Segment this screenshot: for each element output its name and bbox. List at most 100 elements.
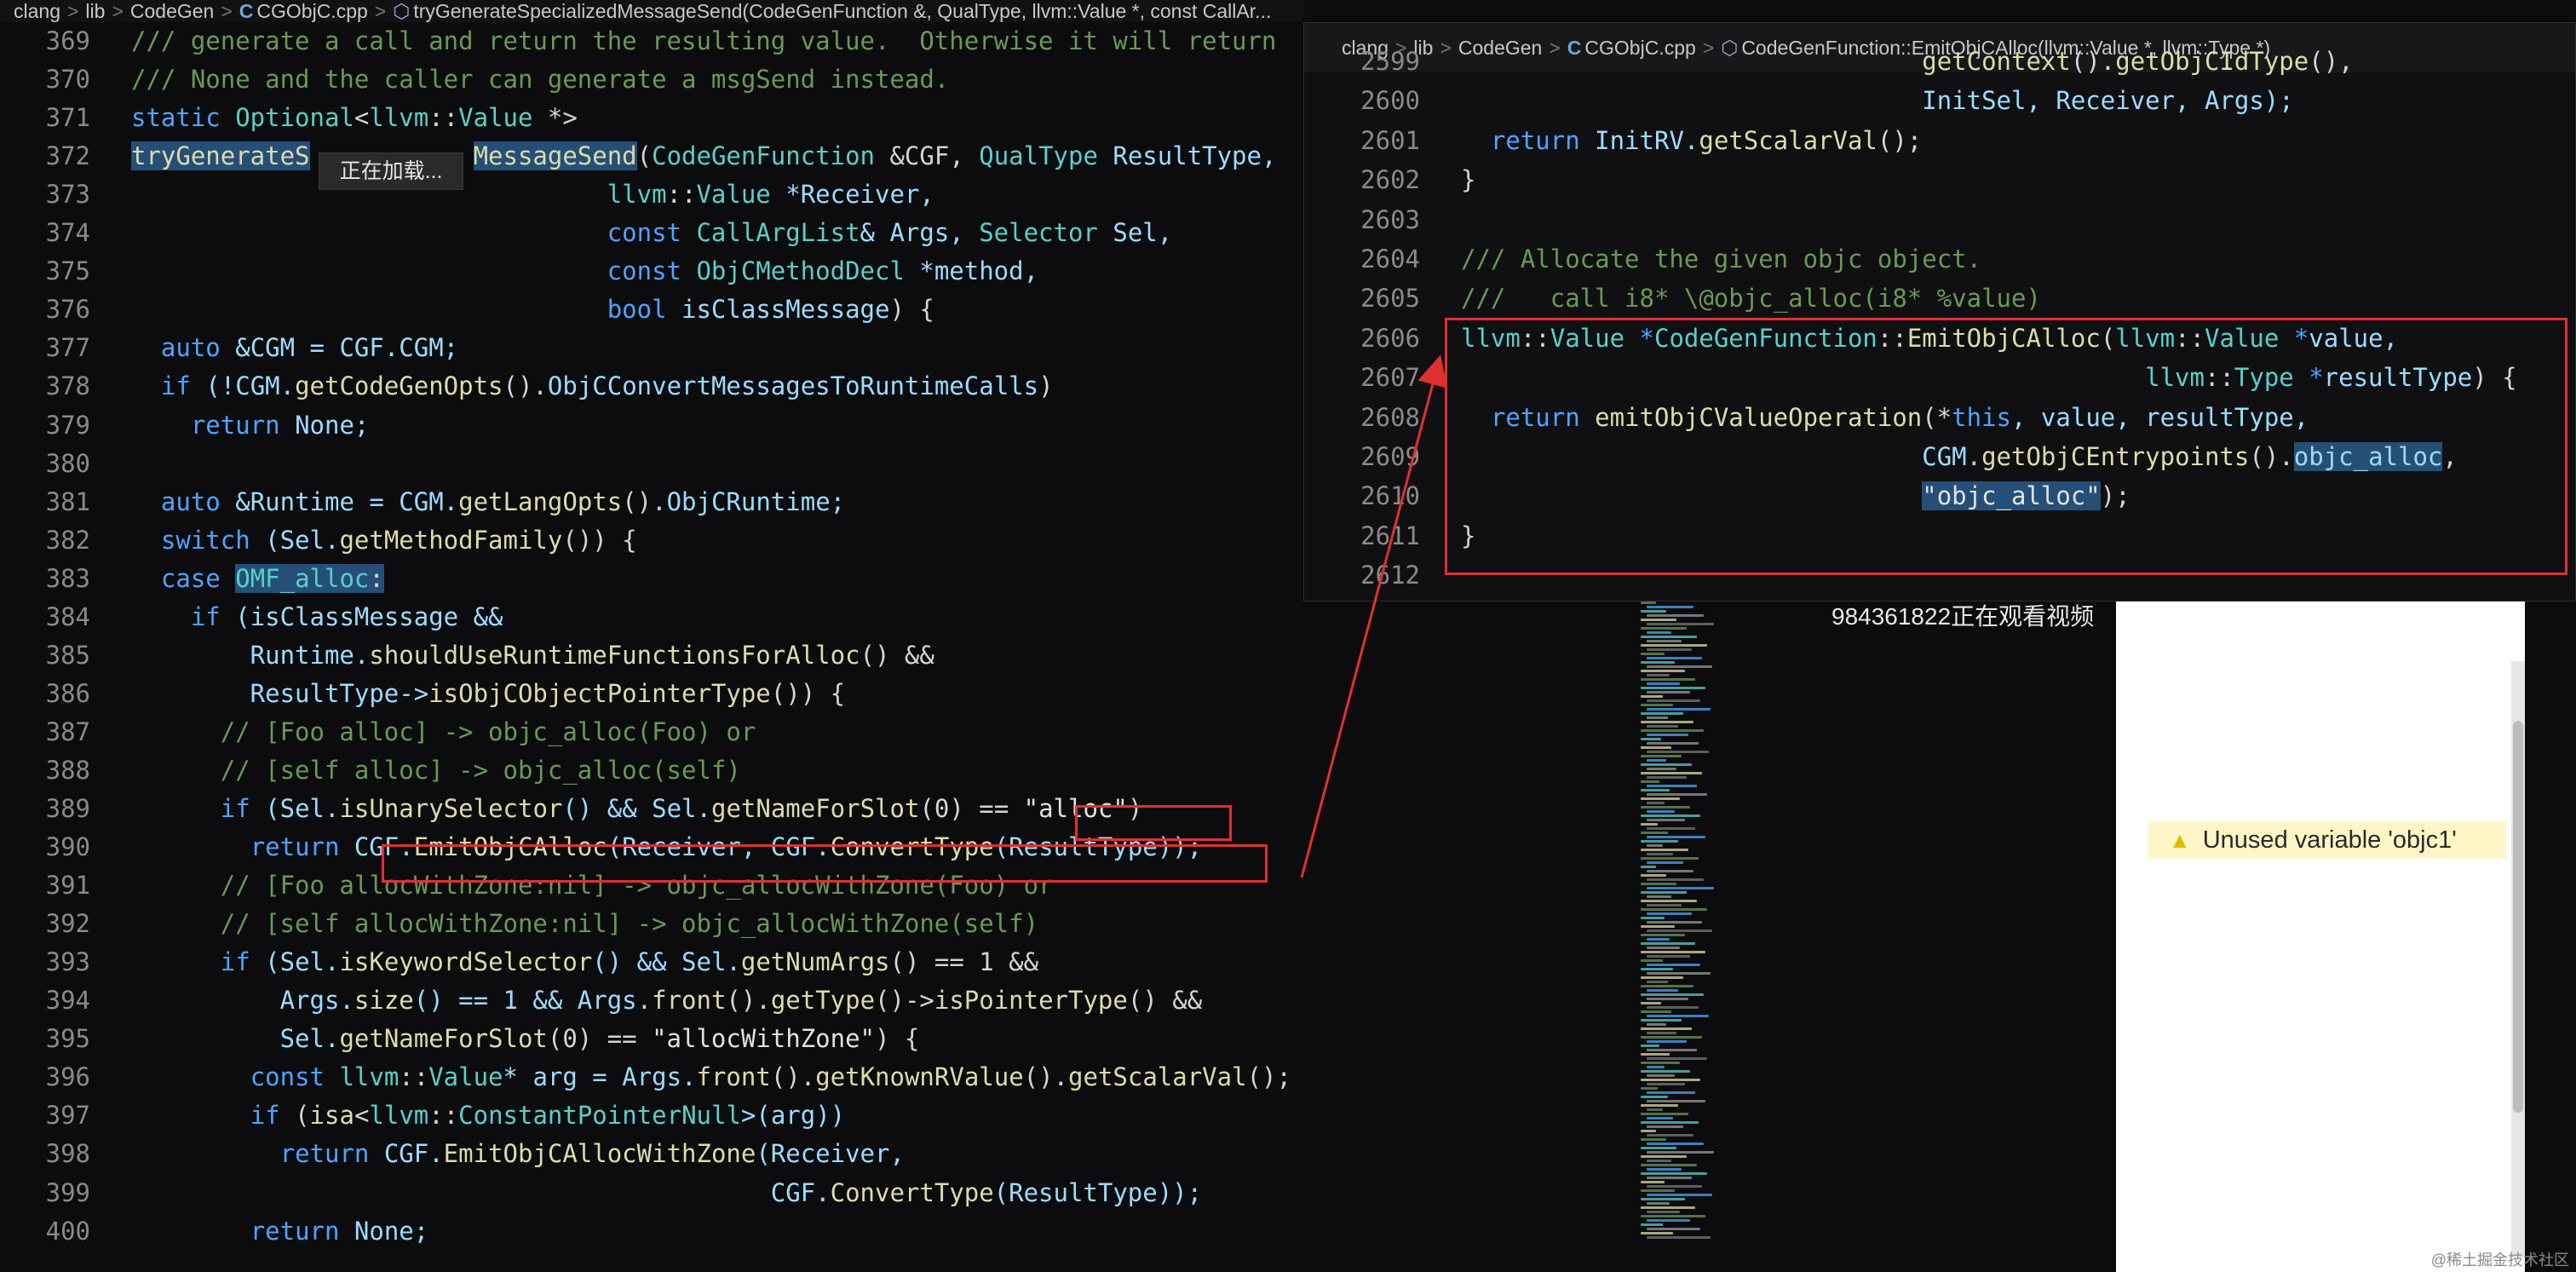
code-line[interactable]: 390 return CGF.EmitObjCAlloc(Receiver, C… [0,828,1203,866]
code-line[interactable]: 2611} [1304,516,1475,555]
code-line[interactable]: 397 if (isa<llvm::ConstantPointerNull>(a… [0,1096,846,1135]
code-line[interactable]: 382 switch (Sel.getMethodFamily()) { [0,521,637,560]
code-text[interactable]: const ObjCMethodDecl *method, [131,252,1038,291]
breadcrumb_main.items-item[interactable]: clang [14,0,60,22]
code-text[interactable]: if (Sel.isUnarySelector() && Sel.getName… [131,790,1143,828]
code-text[interactable]: return None; [131,1212,429,1251]
minimap-line [1647,981,1668,983]
scrollbar[interactable] [2511,661,2525,1258]
code-line[interactable]: 393 if (Sel.isKeywordSelector() && Sel.g… [0,943,1039,981]
peek-definition-panel[interactable]: clang > lib > CodeGen > C CGObjC.cpp > ⬡ CodeGenFu… [1303,22,2576,601]
main-editor[interactable]: 369 /// generate a call and return the re… [0,22,1312,1272]
code-line[interactable]: 2599 getContext().getObjCIdType(), [1304,42,2353,81]
code-text[interactable]: Args.size() == 1 && Args.front().getType… [131,981,1203,1020]
code-line[interactable]: 2606 llvm::Value *CodeGenFunction::EmitOb… [1304,319,2398,358]
code-text[interactable]: bool isClassMessage) { [131,291,934,329]
code-text[interactable]: CGF.ConvertType(ResultType)); [131,1174,1202,1212]
code-line[interactable]: 377 auto &CGM = CGF.CGM; [0,329,459,367]
code-text[interactable]: return CGF.EmitObjCAllocWithZone(Receive… [131,1135,905,1173]
minimap[interactable] [1641,601,1726,1272]
code-text[interactable]: Sel.getNameForSlot(0) == "allocWithZone"… [131,1020,920,1058]
code-text[interactable]: switch (Sel.getMethodFamily()) { [131,521,637,560]
code-text[interactable]: tryGenerateS MessageSend(CodeGenFunction… [131,137,1276,176]
minimap-line [1641,712,1683,715]
code-line[interactable]: 392 // [self allocWithZone:nil] -> objc_… [0,905,1038,943]
code-line[interactable]: 2608 return emitObjCValueOperation(*this… [1304,398,2309,437]
code-text[interactable]: if (isClassMessage && [131,598,503,636]
code-line[interactable]: 379 return None; [0,406,370,445]
code-line[interactable]: 2607 llvm::Type *resultType) { [1304,358,2517,397]
code-text[interactable]: llvm::Value *Receiver, [131,176,934,214]
code-token: getNameForSlot [339,1024,548,1054]
code-text[interactable]: Runtime.shouldUseRuntimeFunctionsForAllo… [131,636,934,675]
breadcrumb_main.items-item[interactable]: tryGenerateSpecializedMessageSend(CodeGe… [413,0,1271,22]
code-line[interactable]: 370 /// None and the caller can generate … [0,60,950,99]
code-line[interactable]: 2603 [1304,200,1420,239]
code-text[interactable]: auto &CGM = CGF.CGM; [131,329,458,367]
code-line[interactable]: 385 Runtime.shouldUseRuntimeFunctionsFor… [0,636,934,675]
code-line[interactable]: 2604 /// Allocate the given objc object. [1304,239,1981,279]
code-line[interactable]: 2612 [1304,555,1420,595]
code-line[interactable]: 384 if (isClassMessage && [0,598,503,636]
code-text[interactable]: static Optional<llvm::Value *> [131,99,578,137]
code-text[interactable]: /// generate a call and return the resul… [131,22,1276,60]
code-text[interactable]: // [Foo alloc] -> objc_alloc(Foo) or [131,713,756,751]
code-line[interactable]: 2609 CGM.getObjCEntrypoints().objc_alloc… [1304,437,2458,476]
code-line[interactable]: 388 // [self alloc] -> objc_alloc(self) [0,751,741,790]
code-text[interactable]: const llvm::Value* arg = Args.front().ge… [131,1058,1291,1096]
code-line[interactable]: 395 Sel.getNameForSlot(0) == "allocWithZ… [0,1020,920,1058]
code-line[interactable]: 394 Args.size() == 1 && Args.front().get… [0,981,1203,1020]
breadcrumb_main.items-item[interactable]: lib [85,0,105,22]
code-line[interactable]: 369 /// generate a call and return the re… [0,22,1277,60]
breadcrumb_main.items-item[interactable]: CodeGen [130,0,214,22]
code-text[interactable]: getContext().getObjCIdType(), [1461,42,2353,81]
minimap-line [1647,930,1712,932]
code-text[interactable]: return None; [131,406,370,445]
code-text[interactable]: } [1461,160,1475,199]
scrollbar-thumb[interactable] [2513,721,2523,1113]
code-token: Runtime. [131,640,370,670]
code-line[interactable]: 383 case OMF_alloc: [0,560,384,598]
code-line[interactable]: 375 const ObjCMethodDecl *method, [0,252,1038,291]
code-line[interactable]: 371 static Optional<llvm::Value *> [0,99,578,137]
code-text[interactable]: return InitRV.getScalarVal(); [1461,121,1922,160]
code-line[interactable]: 396 const llvm::Value* arg = Args.front(… [0,1058,1291,1096]
code-line[interactable]: 373 llvm::Value *Receiver, [0,176,934,214]
code-text[interactable]: ResultType->isObjCObjectPointerType()) { [131,675,845,713]
code-text[interactable]: auto &Runtime = CGM.getLangOpts().ObjCRu… [131,483,845,521]
breadcrumb_main.items-item[interactable]: CGObjC.cpp [256,0,367,22]
code-line[interactable]: 2605 /// call i8* \@objc_alloc(i8* %value… [1304,279,2041,318]
code-line[interactable]: 386 ResultType->isObjCObjectPointerType(… [0,675,845,713]
code-text[interactable]: // [self alloc] -> objc_alloc(self) [131,751,741,790]
code-text[interactable]: /// Allocate the given objc object. [1461,239,1981,279]
code-line[interactable]: 380 [0,445,90,483]
code-line[interactable]: 372 tryGenerateS MessageSend(CodeGenFunct… [0,137,1276,176]
code-text[interactable]: if (Sel.isKeywordSelector() && Sel.getNu… [131,943,1038,981]
code-text[interactable]: // [self allocWithZone:nil] -> objc_allo… [131,905,1038,943]
code-line[interactable]: 2610 "objc_alloc"); [1304,476,2130,515]
code-line[interactable]: 376 bool isClassMessage) { [0,291,934,329]
code-line[interactable]: 387 // [Foo alloc] -> objc_alloc(Foo) or [0,713,756,751]
code-line[interactable]: 400 return None; [0,1212,429,1251]
code-text[interactable]: case OMF_alloc: [131,560,384,598]
code-token: if [190,601,236,631]
code-line[interactable]: 378 if (!CGM.getCodeGenOpts().ObjCConver… [0,367,1054,406]
code-text[interactable]: if (!CGM.getCodeGenOpts().ObjCConvertMes… [131,367,1054,406]
code-line[interactable]: 391 // [Foo allocWithZone:nil] -> objc_a… [0,866,1054,905]
code-text[interactable]: if (isa<llvm::ConstantPointerNull>(arg)) [131,1096,845,1135]
code-text[interactable]: InitSel, Receiver, Args); [1461,81,2294,120]
code-line[interactable]: 374 const CallArgList& Args, Selector Se… [0,214,1173,252]
code-line[interactable]: 399 CGF.ConvertType(ResultType)); [0,1174,1203,1212]
code-text[interactable]: const CallArgList& Args, Selector Sel, [131,214,1173,252]
code-line[interactable]: 381 auto &Runtime = CGM.getLangOpts().Ob… [0,483,846,521]
code-token: CGF. [383,1139,444,1169]
code-line[interactable]: 389 if (Sel.isUnarySelector() && Sel.get… [0,790,1143,828]
code-text[interactable]: /// None and the caller can generate a m… [131,60,949,99]
code-line[interactable]: 398 return CGF.EmitObjCAllocWithZone(Rec… [0,1135,905,1173]
warning-message[interactable]: ▲ Unused variable 'objc1' [2148,821,2506,859]
code-line[interactable]: 2600 InitSel, Receiver, Args); [1304,81,2294,120]
code-text[interactable]: /// call i8* \@objc_alloc(i8* %value) [1461,279,2041,318]
code-line[interactable]: 2601 return InitRV.getScalarVal(); [1304,121,1922,160]
code-line[interactable]: 2602} [1304,160,1475,199]
